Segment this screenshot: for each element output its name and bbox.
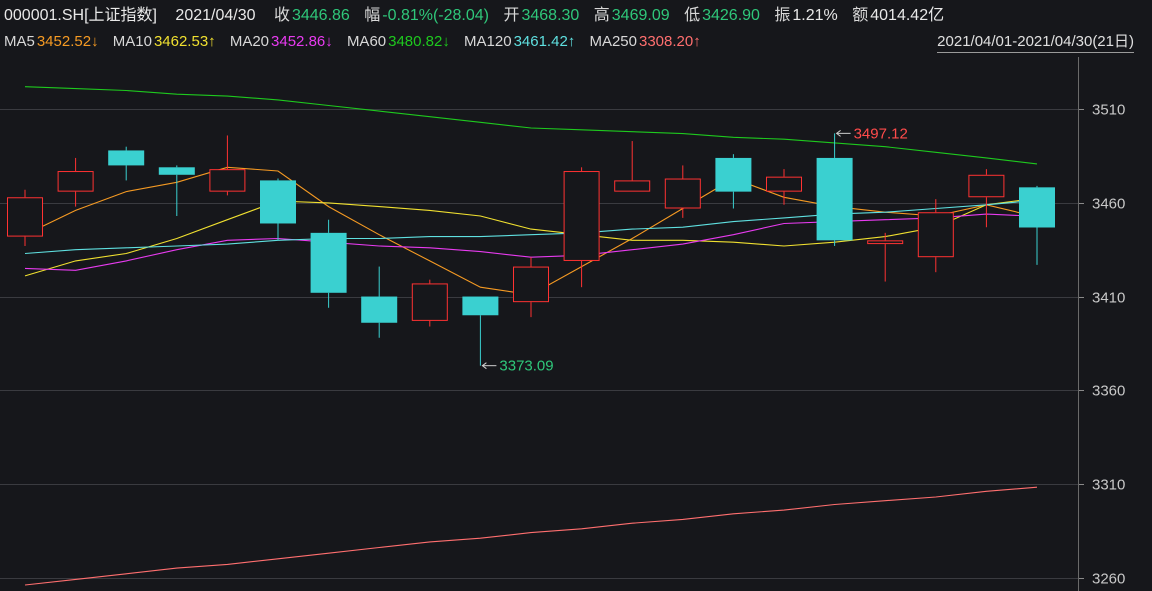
candle-body-0 [7,197,43,237]
candle-body-14 [715,157,752,192]
y-tick-label-3510: 3510 [1092,102,1125,119]
candle-body-13 [664,178,701,209]
candle-body-10 [513,266,549,303]
y-tick-label-3410: 3410 [1092,290,1125,307]
annotation-label-1: 3373.09 [499,358,553,375]
candle-body-1 [57,171,94,192]
candle-body-19 [968,174,1005,198]
annotation-label-0: 3497.12 [854,125,908,142]
candle-body-9 [462,296,499,316]
candle-body-7 [361,296,398,323]
candle-body-3 [158,167,195,175]
candle-body-4 [209,169,246,192]
candle-body-20 [1019,187,1055,228]
ma-line-ma250 [24,486,1038,586]
candle-body-11 [563,171,600,261]
candle-body-18 [917,212,954,258]
y-tick-label-3260: 3260 [1092,571,1125,588]
candle-body-16 [816,157,853,241]
candle-body-15 [766,176,802,192]
candle-body-5 [260,180,296,224]
candle-body-6 [310,232,347,293]
candle-body-12 [614,180,651,192]
y-tick-label-3460: 3460 [1092,196,1125,213]
y-tick-label-3310: 3310 [1092,477,1125,494]
candle-body-8 [411,283,448,321]
candlestick-chart[interactable]: 3510 3460 3410 3360 3310 3260 3497.12 3373.09 [0,0,1152,591]
candle-body-17 [867,240,904,245]
y-tick-label-3360: 3360 [1092,383,1125,400]
candle-body-2 [108,150,145,166]
